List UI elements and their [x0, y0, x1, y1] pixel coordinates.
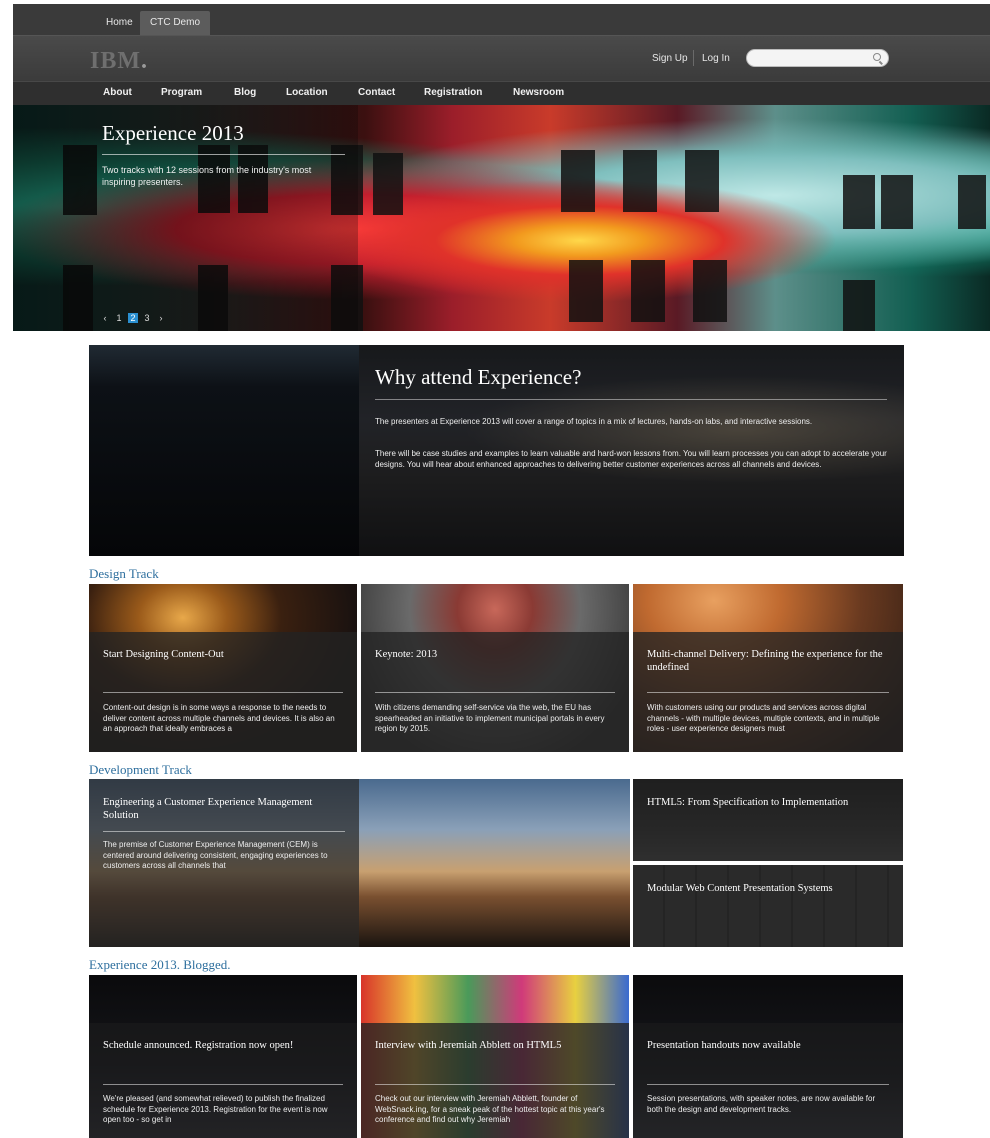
sign-up-link[interactable]: Sign Up	[652, 53, 688, 64]
card-title[interactable]: HTML5: From Specification to Implementat…	[647, 796, 897, 809]
blog-card-1[interactable]: Schedule announced. Registration now ope…	[89, 975, 357, 1138]
tab-ctc-demo[interactable]: CTC Demo	[140, 11, 211, 35]
card-text: Session presentations, with speaker note…	[647, 1094, 876, 1114]
card-text: With citizens demanding self-service via…	[375, 703, 605, 733]
design-card-3[interactable]: Multi-channel Delivery: Defining the exp…	[633, 584, 903, 752]
why-attend-title: Why attend Experience?	[375, 365, 582, 389]
card-title[interactable]: Multi-channel Delivery: Defining the exp…	[647, 648, 887, 674]
prev-slide-arrow-icon[interactable]: ‹	[100, 313, 110, 323]
blog-card-2[interactable]: Interview with Jeremiah Abblett on HTML5…	[361, 975, 629, 1138]
card-title[interactable]: Presentation handouts now available	[647, 1039, 891, 1052]
nav-registration[interactable]: Registration	[424, 87, 482, 98]
card-title[interactable]: Interview with Jeremiah Abblett on HTML5	[375, 1039, 615, 1052]
card-text: We're pleased (and somewhat relieved) to…	[103, 1094, 328, 1124]
why-attend-image	[89, 345, 359, 556]
nav-about[interactable]: About	[103, 87, 132, 98]
search-input[interactable]	[755, 52, 873, 69]
slide-page-1[interactable]: 1	[114, 313, 124, 323]
slide-page-2[interactable]: 2	[128, 313, 138, 323]
card-text: Content-out design is in some ways a res…	[103, 703, 335, 733]
card-title[interactable]: Modular Web Content Presentation Systems	[647, 882, 897, 895]
next-slide-arrow-icon[interactable]: ›	[156, 313, 166, 323]
slide-page-3[interactable]: 3	[142, 313, 152, 323]
card-text: The premise of Customer Experience Manag…	[103, 840, 328, 870]
ibm-logo[interactable]: IBM.	[90, 48, 148, 75]
development-track-heading: Development Track	[89, 762, 192, 777]
design-track-heading: Design Track	[89, 566, 159, 581]
hero-text: Two tracks with 12 sessions from the ind…	[102, 165, 312, 187]
search-icon[interactable]	[873, 53, 881, 61]
nav-contact[interactable]: Contact	[358, 87, 395, 98]
card-title[interactable]: Engineering a Customer Experience Manage…	[103, 796, 347, 822]
why-attend-paragraph-2: There will be case studies and examples …	[375, 449, 887, 469]
why-attend-panel: Why attend Experience? The presenters at…	[89, 345, 904, 556]
auth-divider	[693, 50, 694, 66]
card-title[interactable]: Start Designing Content-Out	[103, 648, 343, 661]
card-title[interactable]: Schedule announced. Registration now ope…	[103, 1039, 343, 1052]
card-title[interactable]: Keynote: 2013	[375, 648, 615, 661]
why-attend-paragraph-1: The presenters at Experience 2013 will c…	[375, 417, 813, 426]
brand-bar: IBM. Sign Up Log In	[13, 35, 990, 81]
dev-feature-card[interactable]: Engineering a Customer Experience Manage…	[89, 779, 630, 947]
dev-card-modular[interactable]: Modular Web Content Presentation Systems	[633, 865, 903, 947]
main-nav: About Program Blog Location Contact Regi…	[13, 81, 990, 105]
logo-text: IBM	[90, 48, 141, 74]
design-card-2[interactable]: Keynote: 2013 With citizens demanding se…	[361, 584, 629, 752]
card-text: With customers using our products and se…	[647, 703, 880, 733]
blogged-heading: Experience 2013. Blogged.	[89, 957, 231, 972]
top-utility-bar: Home CTC Demo	[13, 4, 990, 35]
hero-slideshow[interactable]: Experience 2013 Two tracks with 12 sessi…	[13, 105, 990, 331]
nav-location[interactable]: Location	[286, 87, 328, 98]
nav-blog[interactable]: Blog	[234, 87, 256, 98]
hero-title: Experience 2013	[102, 121, 244, 145]
slide-pager: ‹ 1 2 3 ›	[100, 313, 166, 323]
search-box	[746, 49, 889, 69]
design-card-1[interactable]: Start Designing Content-Out Content-out …	[89, 584, 357, 752]
hero-divider	[102, 154, 345, 155]
blog-card-3[interactable]: Presentation handouts now available Sess…	[633, 975, 903, 1138]
nav-program[interactable]: Program	[161, 87, 202, 98]
nav-newsroom[interactable]: Newsroom	[513, 87, 564, 98]
tab-home[interactable]: Home	[96, 11, 143, 35]
log-in-link[interactable]: Log In	[702, 53, 730, 64]
card-text: Check out our interview with Jeremiah Ab…	[375, 1094, 605, 1124]
dev-card-html5[interactable]: HTML5: From Specification to Implementat…	[633, 779, 903, 861]
